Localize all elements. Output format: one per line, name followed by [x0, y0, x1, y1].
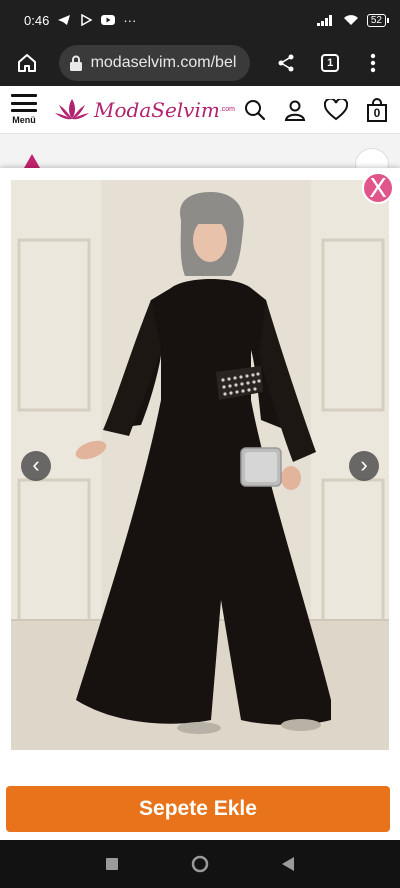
browser-menu-button[interactable]: [353, 43, 392, 83]
site-header: Menü ModaSelvim .com 0: [0, 86, 400, 134]
battery-icon: 52: [366, 13, 390, 27]
signal-icon: [316, 15, 332, 26]
status-bar: 0:46 ··· 52: [0, 0, 400, 40]
url-bar[interactable]: modaselvim.com/bel: [58, 45, 251, 81]
hamburger-icon: [11, 94, 37, 112]
account-icon[interactable]: [284, 99, 306, 121]
status-time: 0:46: [24, 12, 50, 28]
product-photo-illustration: [11, 180, 389, 750]
wishlist-heart-icon[interactable]: [324, 98, 348, 121]
add-to-cart-button[interactable]: Sepete Ekle: [6, 786, 390, 832]
search-icon[interactable]: [244, 99, 266, 121]
url-text: modaselvim.com/bel: [90, 54, 237, 71]
home-button[interactable]: [8, 43, 47, 83]
telegram-icon: [58, 15, 71, 25]
tab-count: 1: [321, 54, 340, 72]
share-button[interactable]: [266, 43, 305, 83]
kebab-menu-icon: [370, 53, 375, 73]
share-icon: [278, 54, 294, 72]
play-icon: [81, 14, 93, 26]
lock-icon: [69, 55, 82, 71]
close-icon: X: [369, 174, 387, 204]
wifi-icon: [343, 15, 358, 25]
previous-image-button[interactable]: ‹: [21, 451, 51, 481]
logo-suffix: .com: [219, 106, 236, 113]
close-lightbox-button[interactable]: X: [362, 172, 394, 204]
cart-count: 0: [373, 105, 381, 120]
home-icon: [18, 54, 37, 72]
menu-button[interactable]: Menü: [8, 94, 40, 125]
site-logo[interactable]: ModaSelvim .com: [54, 97, 235, 123]
menu-label: Menü: [12, 115, 36, 125]
chevron-left-icon: ‹: [32, 452, 40, 477]
screen: 0:46 ··· 52 modaselvim.com/bel 1 Menü Mo…: [0, 0, 400, 888]
lotus-logo-icon: [55, 98, 89, 119]
system-nav-bar: [0, 840, 400, 888]
more-notifications-icon: ···: [123, 12, 137, 28]
browser-toolbar: modaselvim.com/bel 1: [0, 40, 400, 86]
recents-icon[interactable]: [105, 857, 119, 871]
image-lightbox: ‹ ›: [0, 168, 400, 762]
badge-triangle-icon: [24, 154, 40, 168]
logo-text: ModaSelvim: [94, 97, 220, 122]
cart-button[interactable]: 0: [366, 97, 388, 122]
chevron-right-icon: ›: [360, 452, 368, 477]
home-circle-icon[interactable]: [191, 855, 209, 873]
back-triangle-icon[interactable]: [281, 856, 295, 872]
tabs-button[interactable]: 1: [311, 43, 350, 83]
next-image-button[interactable]: ›: [349, 451, 379, 481]
product-photo: [11, 180, 389, 750]
youtube-icon: [101, 15, 116, 25]
